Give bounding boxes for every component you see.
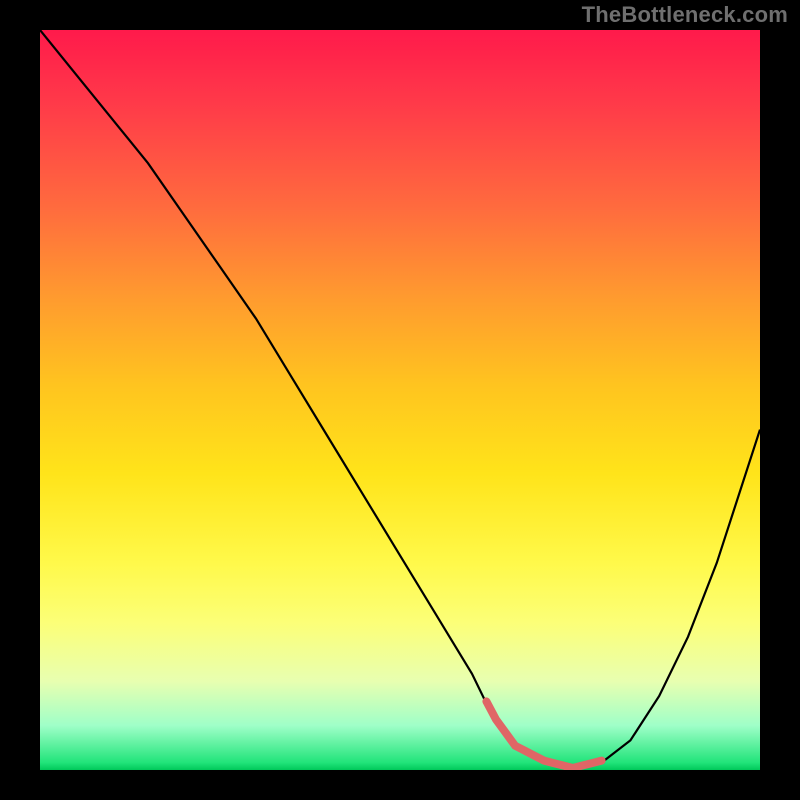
watermark-text: TheBottleneck.com bbox=[582, 2, 788, 28]
plot-area bbox=[40, 30, 760, 770]
bottleneck-curve bbox=[40, 30, 760, 770]
chart-frame: TheBottleneck.com bbox=[0, 0, 800, 800]
optimal-range-marker bbox=[486, 701, 601, 768]
curve-svg bbox=[40, 30, 760, 770]
